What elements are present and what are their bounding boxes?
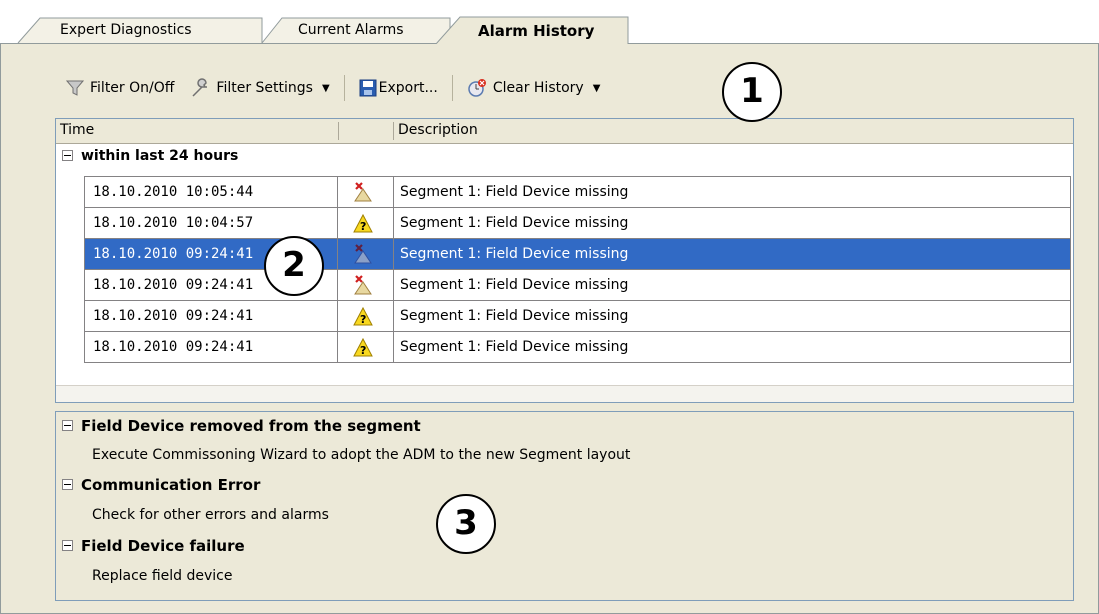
device-removed-icon xyxy=(354,244,372,264)
device-removed-icon xyxy=(354,275,372,295)
clear-history-icon xyxy=(468,79,486,97)
warning-icon: ? xyxy=(353,213,373,233)
table-row[interactable]: 18.10.2010 09:24:41 ? Segment 1: Field D… xyxy=(84,300,1071,331)
table-row[interactable]: 18.10.2010 10:04:57 ? Segment 1: Field D… xyxy=(84,207,1071,238)
svg-text:?: ? xyxy=(360,220,366,233)
column-divider[interactable] xyxy=(338,122,339,140)
row-time: 18.10.2010 09:24:41 xyxy=(84,332,338,362)
filter-settings-button[interactable]: Filter Settings ▼ xyxy=(184,74,335,102)
device-removed-icon xyxy=(354,182,372,202)
table-row[interactable]: 18.10.2010 09:24:41 ? Segment 1: Field D… xyxy=(84,331,1071,363)
column-header-time[interactable]: Time xyxy=(60,122,94,138)
detail-text: Execute Commissoning Wizard to adopt the… xyxy=(92,447,631,463)
group-row-last-24h[interactable]: within last 24 hours xyxy=(56,144,1073,169)
row-time: 18.10.2010 10:04:57 xyxy=(84,208,338,238)
chevron-down-icon: ▼ xyxy=(592,82,601,94)
row-description: Segment 1: Field Device missing xyxy=(394,332,1071,362)
detail-section-header[interactable]: Field Device failure xyxy=(56,537,245,555)
row-description: Segment 1: Field Device missing xyxy=(394,301,1071,331)
wrench-icon xyxy=(192,78,208,97)
filter-settings-label: Filter Settings xyxy=(216,80,313,96)
tab-expert-diagnostics[interactable]: Expert Diagnostics xyxy=(60,22,192,38)
clear-history-label: Clear History xyxy=(492,80,584,96)
tab-current-alarms[interactable]: Current Alarms xyxy=(298,22,404,38)
toolbar-separator xyxy=(343,75,345,101)
row-description: Segment 1: Field Device missing xyxy=(394,177,1071,207)
column-header-description[interactable]: Description xyxy=(398,122,478,138)
detail-title: Field Device removed from the segment xyxy=(81,417,421,435)
filter-onoff-button[interactable]: Filter On/Off xyxy=(60,74,180,102)
detail-title: Field Device failure xyxy=(81,537,245,555)
warning-icon: ? xyxy=(353,337,373,357)
table-row[interactable]: 18.10.2010 09:24:41 Segment 1: Field Dev… xyxy=(84,269,1071,300)
row-time: 18.10.2010 09:24:41 xyxy=(84,301,338,331)
row-icon-cell: ? xyxy=(338,301,394,331)
detail-text: Check for other errors and alarms xyxy=(92,507,329,523)
row-icon-cell xyxy=(338,239,394,269)
chevron-down-icon: ▼ xyxy=(321,82,330,94)
detail-text: Replace field device xyxy=(92,568,233,584)
funnel-icon xyxy=(66,80,84,96)
row-description: Segment 1: Field Device missing xyxy=(394,239,1071,269)
alarm-history-grid: Time Description within last 24 hours 18… xyxy=(55,118,1074,403)
collapse-icon[interactable] xyxy=(62,479,73,490)
row-icon-cell: ? xyxy=(338,208,394,238)
group-label: within last 24 hours xyxy=(81,148,239,164)
detail-section-header[interactable]: Field Device removed from the segment xyxy=(56,417,421,435)
table-row-selected[interactable]: 18.10.2010 09:24:41 Segment 1: Field Dev… xyxy=(84,238,1071,269)
callout-1: 1 xyxy=(722,62,782,122)
table-row[interactable]: 18.10.2010 10:05:44 Segment 1: Field Dev… xyxy=(84,176,1071,207)
callout-3: 3 xyxy=(436,494,496,554)
collapse-icon[interactable] xyxy=(62,149,73,161)
export-label: Export... xyxy=(378,80,438,96)
row-description: Segment 1: Field Device missing xyxy=(394,208,1071,238)
row-time: 18.10.2010 10:05:44 xyxy=(84,177,338,207)
toolbar-separator xyxy=(451,75,453,101)
horizontal-scrollbar[interactable] xyxy=(56,385,1073,402)
clear-history-button[interactable]: Clear History ▼ xyxy=(461,74,607,102)
svg-text:?: ? xyxy=(360,344,366,357)
toolbar: Filter On/Off Filter Settings ▼ Export..… xyxy=(60,70,606,106)
callout-2: 2 xyxy=(264,236,324,296)
filter-onoff-label: Filter On/Off xyxy=(90,80,175,96)
row-icon-cell xyxy=(338,177,394,207)
detail-section-header[interactable]: Communication Error xyxy=(56,476,260,494)
row-icon-cell: ? xyxy=(338,332,394,362)
tab-strip: Expert Diagnostics Current Alarms Alarm … xyxy=(0,0,1099,44)
tab-alarm-history[interactable]: Alarm History xyxy=(478,22,594,40)
svg-text:?: ? xyxy=(360,313,366,326)
save-icon xyxy=(359,79,377,97)
collapse-icon[interactable] xyxy=(62,540,73,551)
detail-title: Communication Error xyxy=(81,476,261,494)
alarm-details-panel: Field Device removed from the segment Ex… xyxy=(55,411,1074,601)
collapse-icon[interactable] xyxy=(62,420,73,431)
row-description: Segment 1: Field Device missing xyxy=(394,270,1071,300)
grid-header: Time Description xyxy=(56,119,1073,144)
export-button[interactable]: Export... xyxy=(353,74,444,102)
column-divider[interactable] xyxy=(393,122,394,140)
row-icon-cell xyxy=(338,270,394,300)
warning-icon: ? xyxy=(353,306,373,326)
